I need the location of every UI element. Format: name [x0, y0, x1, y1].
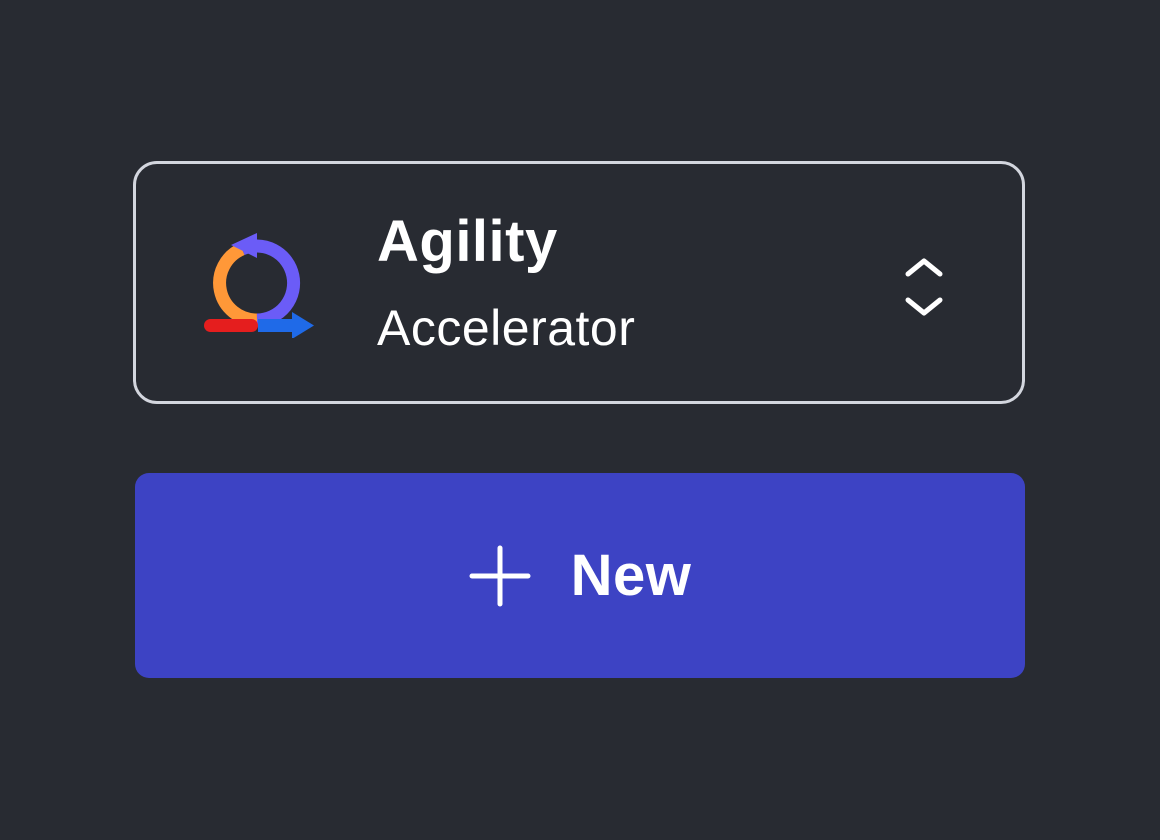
workspace-menu: Agility Accelerator New [0, 0, 1160, 840]
new-button-label: New [570, 542, 692, 608]
plus-icon [469, 545, 531, 607]
agility-cycle-logo-icon [200, 228, 318, 338]
new-button[interactable]: New [135, 473, 1025, 678]
chevron-up-down-icon[interactable] [902, 256, 946, 318]
workspace-title: Agility [377, 209, 558, 274]
workspace-name: Agility Accelerator [377, 208, 635, 358]
workspace-switcher[interactable]: Agility Accelerator [133, 161, 1025, 404]
workspace-subtitle: Accelerator [377, 300, 636, 356]
